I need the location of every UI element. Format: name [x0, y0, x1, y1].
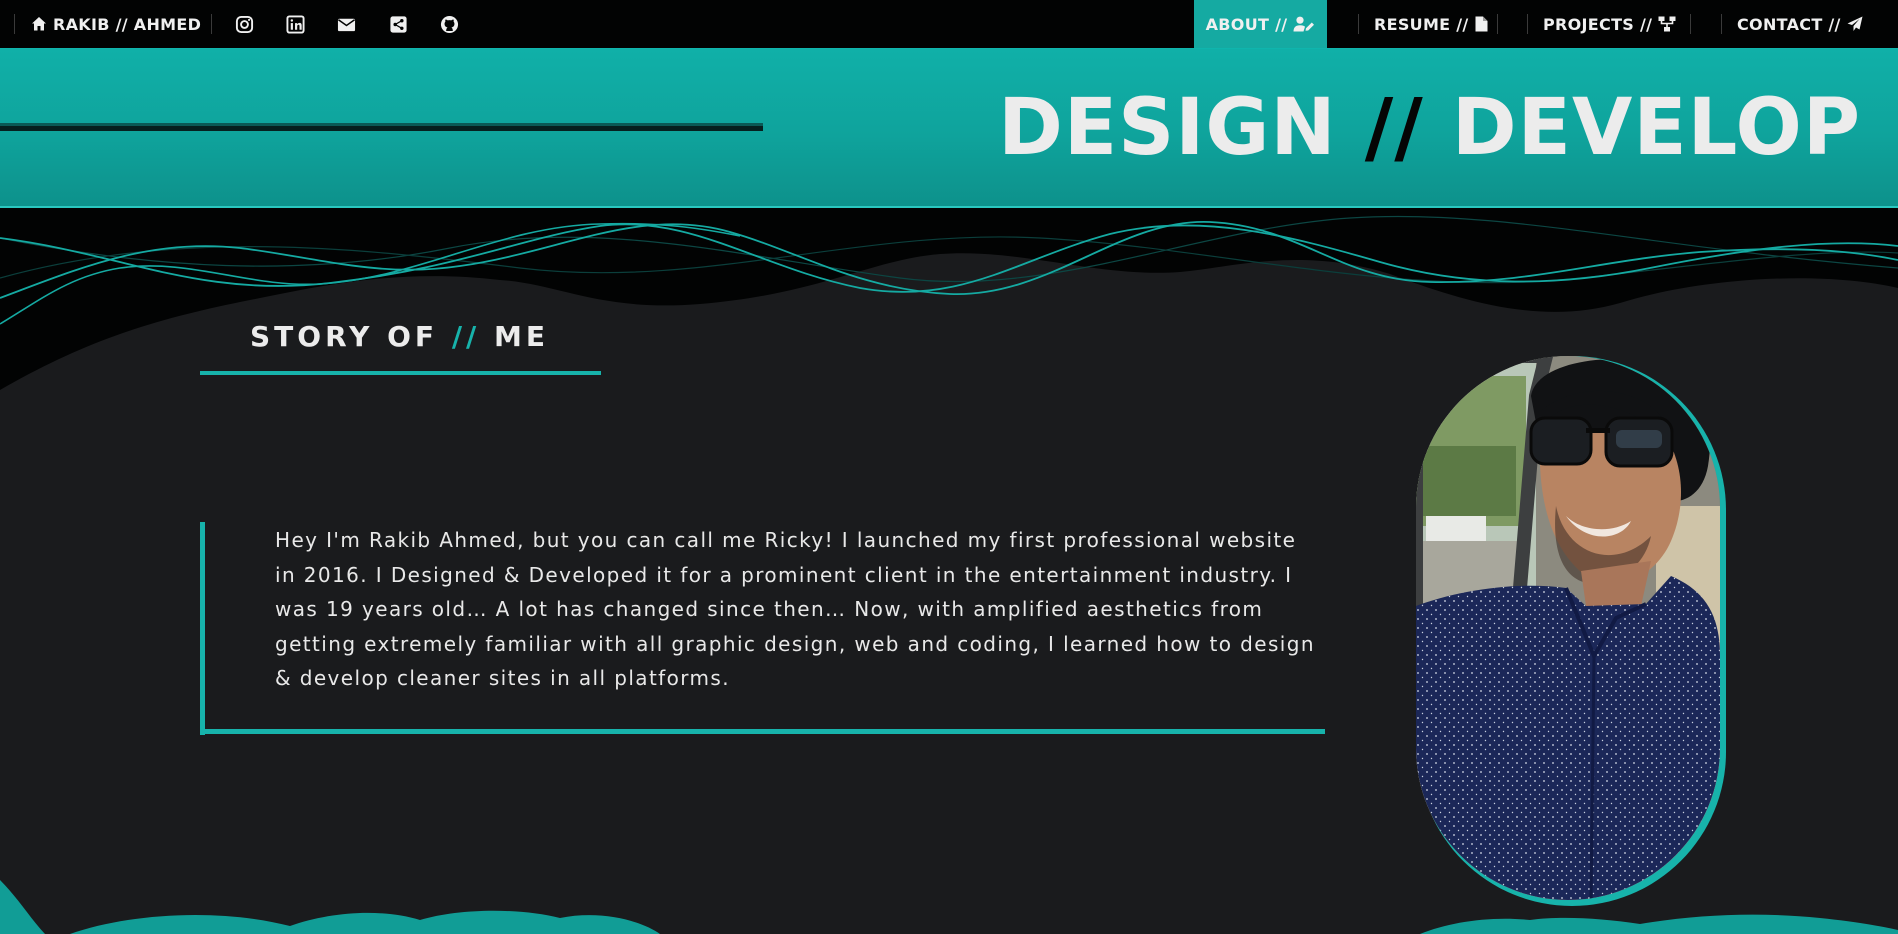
email-link[interactable]	[334, 12, 358, 36]
user-edit-icon	[1293, 16, 1315, 32]
hero-title-develop: DEVELOP	[1451, 83, 1861, 173]
story-heading-underline	[200, 371, 601, 375]
paper-plane-icon	[1847, 16, 1863, 31]
story-paragraph: Hey I'm Rakib Ahmed, but you can call me…	[275, 528, 1315, 690]
nav-divider	[1358, 14, 1359, 34]
story-frame-left	[200, 522, 205, 735]
nav-resume[interactable]: RESUME //	[1374, 0, 1488, 48]
nav-divider	[1527, 14, 1528, 34]
nav-about[interactable]: ABOUT //	[1194, 0, 1327, 48]
story-heading-left: STORY OF	[250, 320, 439, 353]
story-heading-slash: //	[451, 320, 481, 353]
home-icon	[32, 17, 46, 31]
nav-projects[interactable]: PROJECTS //	[1543, 0, 1676, 48]
nav-divider	[1721, 14, 1722, 34]
share-icon	[389, 15, 407, 33]
top-navigation-bar: RAKIB // AHMED ABOUT // RESUME // PROJEC…	[0, 0, 1898, 49]
nav-divider	[1690, 14, 1691, 34]
sitemap-icon	[1658, 16, 1676, 32]
nav-contact-label: CONTACT //	[1737, 14, 1841, 34]
mail-icon	[337, 18, 355, 31]
portrait-photo	[1416, 356, 1720, 900]
hero-title: DESIGN // DEVELOP	[998, 83, 1861, 173]
hero-dark-line	[0, 126, 763, 131]
home-link[interactable]: RAKIB // AHMED	[31, 0, 201, 48]
hero-title-slash: //	[1364, 83, 1424, 173]
github-link[interactable]	[437, 12, 461, 36]
nav-projects-label: PROJECTS //	[1543, 14, 1653, 34]
brand-name: RAKIB // AHMED	[53, 14, 202, 34]
nav-divider	[1497, 14, 1498, 34]
nav-about-label: ABOUT //	[1205, 14, 1288, 34]
nav-divider	[14, 14, 15, 34]
linkedin-icon	[285, 14, 305, 34]
github-icon	[440, 15, 458, 33]
instagram-icon	[235, 15, 253, 33]
nav-contact[interactable]: CONTACT //	[1737, 0, 1863, 48]
portrait-image	[1416, 356, 1720, 900]
linkedin-link[interactable]	[283, 12, 307, 36]
hero-title-design: DESIGN	[998, 83, 1337, 173]
nav-resume-label: RESUME //	[1374, 14, 1469, 34]
story-heading-right: ME	[494, 320, 550, 353]
hero-banner: DESIGN // DEVELOP	[0, 49, 1898, 207]
share-link[interactable]	[386, 12, 410, 36]
story-frame-bottom	[200, 729, 1325, 734]
story-heading: STORY OF // ME	[250, 320, 549, 353]
nav-divider	[211, 14, 212, 34]
instagram-link[interactable]	[232, 12, 256, 36]
file-icon	[1475, 16, 1488, 32]
